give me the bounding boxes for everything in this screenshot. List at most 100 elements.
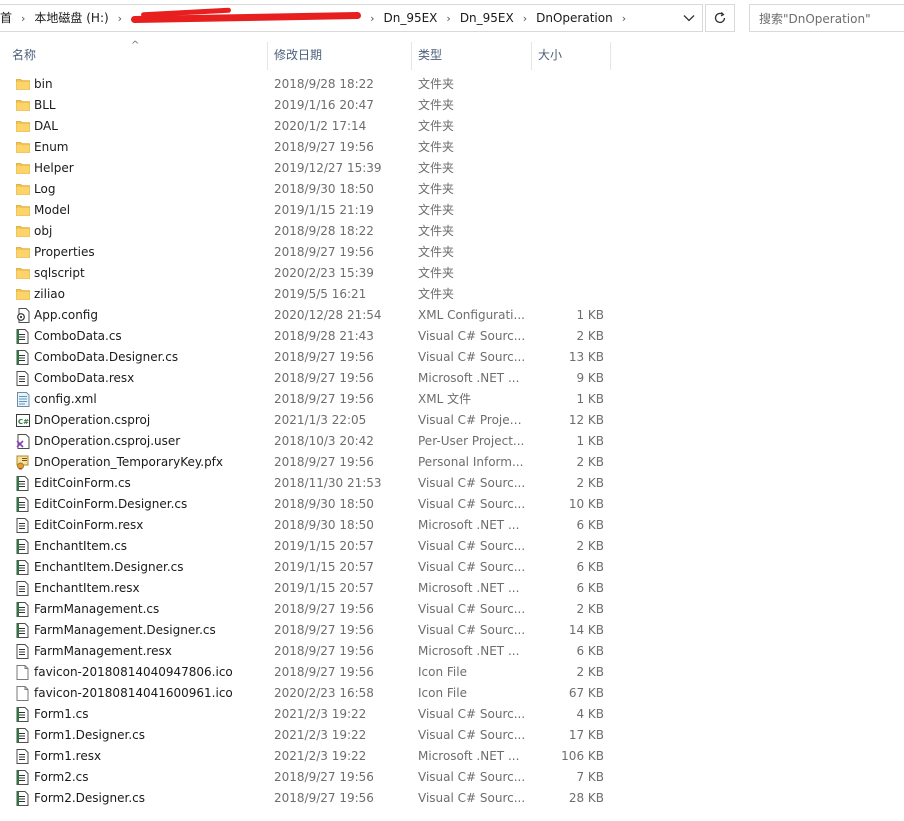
file-size: 9 KB [576, 371, 604, 385]
file-name: FarmManagement.cs [34, 602, 160, 616]
breadcrumb: 首 › 本地磁盘 (H:) › › Dn_95EX › Dn_95EX › Dn… [0, 5, 631, 31]
file-type: XML Configurati... [418, 308, 525, 322]
file-row[interactable]: sqlscript 2020/2/23 15:39 文件夹 [0, 263, 904, 284]
file-row[interactable]: obj 2018/9/28 18:22 文件夹 [0, 221, 904, 242]
file-row[interactable]: Form2.Designer.cs 2018/9/27 19:56 Visual C… [0, 788, 904, 809]
file-row[interactable]: DAL 2020/1/2 17:14 文件夹 [0, 116, 904, 137]
breadcrumb-drive[interactable]: 本地磁盘 (H:) [30, 5, 112, 31]
cs-file-icon [16, 539, 30, 554]
cs-file-icon [16, 791, 30, 806]
file-size: 1 KB [576, 434, 604, 448]
file-row[interactable]: favicon-20180814041600961.ico 2020/2/23 1… [0, 683, 904, 704]
file-row[interactable]: config.xml 2018/9/27 19:56 XML 文件 1 KB [0, 389, 904, 410]
file-name: DnOperation.csproj.user [34, 434, 181, 448]
file-type: Visual C# Sourc... [418, 329, 526, 343]
column-type[interactable]: 类型 [418, 36, 528, 70]
file-row[interactable]: DnOperation_TemporaryKey.pfx 2018/9/27 19… [0, 452, 904, 473]
breadcrumb-home[interactable]: 首 [0, 5, 16, 31]
chevron-right-icon[interactable]: › [617, 12, 631, 25]
file-row[interactable]: Form1.Designer.cs 2021/2/3 19:22 Visual C#… [0, 725, 904, 746]
file-name: config.xml [34, 392, 97, 406]
file-name: Form2.Designer.cs [34, 791, 145, 805]
file-type: 文件夹 [418, 266, 455, 280]
file-date: 2020/12/28 21:54 [274, 308, 382, 322]
file-row[interactable]: Form2.cs 2018/9/27 19:56 Visual C# Sourc..… [0, 767, 904, 788]
file-row[interactable]: Enum 2018/9/27 19:56 文件夹 [0, 137, 904, 158]
file-name: DnOperation.csproj [34, 413, 151, 427]
file-row[interactable]: Properties 2018/9/27 19:56 文件夹 [0, 242, 904, 263]
file-row[interactable]: ComboData.resx 2018/9/27 19:56 Microsoft .… [0, 368, 904, 389]
file-row[interactable]: Form1.cs 2021/2/3 19:22 Visual C# Sourc...… [0, 704, 904, 725]
column-size[interactable]: 大小 [538, 36, 610, 70]
file-row[interactable]: Helper 2019/12/27 15:39 文件夹 [0, 158, 904, 179]
file-row[interactable]: BLL 2019/1/16 20:47 文件夹 [0, 95, 904, 116]
file-row[interactable]: Model 2019/1/15 21:19 文件夹 [0, 200, 904, 221]
file-name: bin [34, 77, 53, 91]
file-date: 2020/2/23 16:58 [274, 686, 374, 700]
column-divider[interactable] [610, 42, 611, 70]
file-name: Properties [34, 245, 95, 259]
cs-file-icon [16, 770, 30, 785]
file-date: 2018/9/27 19:56 [274, 392, 374, 406]
file-date: 2019/1/15 21:19 [274, 203, 374, 217]
file-date: 2018/9/27 19:56 [274, 644, 374, 658]
file-row[interactable]: EditCoinForm.Designer.cs 2018/9/30 18:50 V… [0, 494, 904, 515]
file-type: Microsoft .NET ... [418, 518, 520, 532]
refresh-button[interactable] [705, 4, 735, 32]
file-name: Log [34, 182, 56, 196]
file-row[interactable]: ziliao 2019/5/5 16:21 文件夹 [0, 284, 904, 305]
column-name[interactable]: 名称 [12, 36, 267, 70]
column-divider[interactable] [267, 42, 268, 70]
file-type: 文件夹 [418, 287, 455, 301]
column-date[interactable]: 修改日期 [274, 36, 410, 70]
csproj-file-icon: C# [16, 413, 30, 428]
file-name: App.config [34, 308, 98, 322]
file-type: Visual C# Sourc... [418, 707, 526, 721]
address-dropdown-button[interactable] [676, 5, 702, 31]
breadcrumb-dnoperation[interactable]: DnOperation [532, 5, 617, 31]
chevron-right-icon: › [522, 11, 528, 25]
file-size: 2 KB [576, 665, 604, 679]
redacted-path-mark [131, 12, 361, 24]
file-row[interactable]: ComboData.Designer.cs 2018/9/27 19:56 Visu… [0, 347, 904, 368]
file-list: bin 2018/9/28 18:22 文件夹 BLL 2019/1/16 20:47 文… [0, 74, 904, 809]
file-row[interactable]: FarmManagement.cs 2018/9/27 19:56 Visual C… [0, 599, 904, 620]
file-name: Form1.resx [34, 749, 102, 763]
column-divider[interactable] [411, 42, 412, 70]
file-row[interactable]: bin 2018/9/28 18:22 文件夹 [0, 74, 904, 95]
file-row[interactable]: FarmManagement.Designer.cs 2018/9/27 19:5… [0, 620, 904, 641]
file-row[interactable]: favicon-20180814040947806.ico 2018/9/27 1… [0, 662, 904, 683]
file-row[interactable]: EnchantItem.resx 2019/1/15 20:57 Microsoft… [0, 578, 904, 599]
file-size: 106 KB [561, 749, 604, 763]
file-date: 2020/1/2 17:14 [274, 119, 367, 133]
file-type: 文件夹 [418, 203, 455, 217]
file-date: 2019/1/15 20:57 [274, 539, 374, 553]
file-row[interactable]: DnOperation.csproj.user 2018/10/3 20:42 Pe… [0, 431, 904, 452]
file-name: EditCoinForm.Designer.cs [34, 497, 188, 511]
file-size: 12 KB [568, 413, 604, 427]
file-row[interactable]: App.config 2020/12/28 21:54 XML Configurat… [0, 305, 904, 326]
column-divider[interactable] [531, 42, 532, 70]
breadcrumb-dn95ex-1[interactable]: Dn_95EX [379, 5, 441, 31]
file-type: Visual C# Sourc... [418, 497, 526, 511]
file-name: Form1.Designer.cs [34, 728, 145, 742]
file-name: Model [34, 203, 71, 217]
file-size: 14 KB [568, 623, 604, 637]
file-type: Microsoft .NET ... [418, 749, 520, 763]
file-row[interactable]: C# DnOperation.csproj 2021/1/3 22:05 Visual… [0, 410, 904, 431]
cs-file-icon [16, 623, 30, 638]
file-row[interactable]: Form1.resx 2021/2/3 19:22 Microsoft .NET .… [0, 746, 904, 767]
file-date: 2019/1/15 20:57 [274, 581, 374, 595]
file-row[interactable]: FarmManagement.resx 2018/9/27 19:56 Micros… [0, 641, 904, 662]
file-row[interactable]: EnchantItem.Designer.cs 2019/1/15 20:57 Vi… [0, 557, 904, 578]
file-row[interactable]: EditCoinForm.cs 2018/11/30 21:53 Visual C#… [0, 473, 904, 494]
file-row[interactable]: ComboData.cs 2018/9/28 21:43 Visual C# Sou… [0, 326, 904, 347]
breadcrumb-dn95ex-2[interactable]: Dn_95EX [456, 5, 518, 31]
address-bar[interactable]: 首 › 本地磁盘 (H:) › › Dn_95EX › Dn_95EX › Dn… [0, 4, 703, 32]
file-row[interactable]: EditCoinForm.resx 2018/9/30 18:50 Microsof… [0, 515, 904, 536]
search-input[interactable]: 搜索"DnOperation" [749, 4, 904, 32]
folder-icon [16, 77, 30, 92]
file-row[interactable]: Log 2018/9/30 18:50 文件夹 [0, 179, 904, 200]
file-size: 67 KB [568, 686, 604, 700]
file-row[interactable]: EnchantItem.cs 2019/1/15 20:57 Visual C# S… [0, 536, 904, 557]
